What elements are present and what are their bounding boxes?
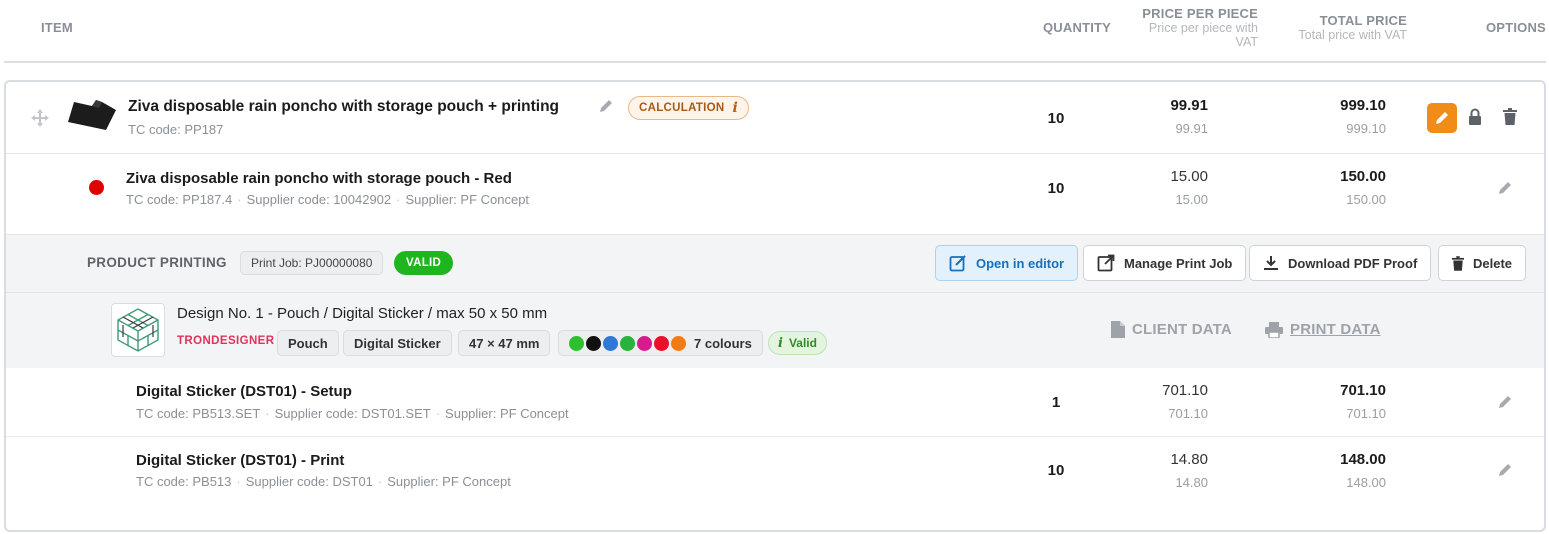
edit-variant-pencil-icon[interactable]: [1497, 180, 1513, 201]
product-name[interactable]: Ziva disposable rain poncho with storage…: [128, 98, 559, 116]
manage-print-job-button[interactable]: Manage Print Job: [1083, 245, 1247, 281]
service-setup-name[interactable]: Digital Sticker (DST01) - Setup: [136, 383, 352, 400]
edit-external-icon: [949, 255, 966, 272]
colour-swatch: [603, 335, 618, 351]
col-header-options: OPTIONS: [1486, 20, 1546, 35]
product-quantity: 10: [1047, 110, 1065, 127]
row-divider: [6, 436, 1544, 437]
service-print-quantity: 10: [1047, 462, 1065, 479]
variant-meta: TC code: PP187.4 · Supplier code: 10042902…: [126, 192, 530, 207]
info-icon[interactable]: i: [733, 100, 739, 116]
document-icon: [1111, 321, 1125, 338]
edit-product-button[interactable]: [1427, 103, 1457, 133]
lock-icon: [1469, 108, 1481, 125]
service-print-total-vat: 148.00: [1346, 475, 1386, 490]
delete-product-button[interactable]: [1503, 108, 1517, 130]
service-setup-total: 701.10: [1340, 382, 1386, 399]
external-link-icon: [1097, 254, 1115, 272]
trash-icon: [1503, 108, 1517, 125]
info-icon[interactable]: i: [778, 336, 783, 351]
variant-color-dot: [89, 180, 104, 195]
cube-logo-icon: [117, 308, 159, 352]
product-total-vat: 999.10: [1346, 121, 1386, 136]
product-price: 99.91: [1170, 97, 1208, 114]
colour-swatch: [637, 335, 652, 351]
delete-print-job-button[interactable]: Delete: [1438, 245, 1527, 281]
row-divider: [6, 153, 1544, 154]
edit-print-pencil-icon[interactable]: [1497, 462, 1513, 483]
product-thumbnail: [66, 96, 118, 139]
colour-swatch: [569, 335, 584, 351]
download-pdf-proof-button[interactable]: Download PDF Proof: [1249, 245, 1432, 281]
lock-button[interactable]: [1468, 108, 1482, 131]
col-header-quantity: QUANTITY: [1043, 20, 1112, 35]
colour-swatch: [586, 335, 601, 351]
service-print-price: 14.80: [1170, 451, 1208, 468]
design-chip-pouch: Pouch: [277, 330, 339, 356]
service-print-name[interactable]: Digital Sticker (DST01) - Print: [136, 452, 344, 469]
service-setup-meta: TC code: PB513.SET · Supplier code: DST01.…: [136, 406, 569, 421]
col-header-item: ITEM: [41, 20, 73, 35]
variant-name[interactable]: Ziva disposable rain poncho with storage…: [126, 170, 512, 187]
download-icon: [1264, 256, 1278, 270]
colour-swatch: [671, 335, 686, 351]
col-header-price-per-piece: PRICE PER PIECE Price per piece with VAT: [1142, 6, 1258, 49]
print-job-chip: Print Job: PJ00000080: [240, 251, 384, 275]
service-setup-price: 701.10: [1162, 382, 1208, 399]
open-in-editor-button[interactable]: Open in editor: [935, 245, 1079, 281]
printer-icon: [1265, 321, 1283, 338]
edit-setup-pencil-icon[interactable]: [1497, 394, 1513, 415]
variant-price-vat: 15.00: [1175, 192, 1208, 207]
design-chip-technique: Digital Sticker: [343, 330, 452, 356]
edit-name-pencil-icon[interactable]: [598, 98, 614, 119]
design-thumbnail[interactable]: [111, 303, 165, 357]
service-setup-total-vat: 701.10: [1346, 406, 1386, 421]
variant-total: 150.00: [1340, 168, 1386, 185]
order-item-card: Ziva disposable rain poncho with storage…: [4, 80, 1546, 532]
colour-swatch: [654, 335, 669, 351]
service-setup-price-vat: 701.10: [1168, 406, 1208, 421]
service-print-total: 148.00: [1340, 451, 1386, 468]
product-printing-section: PRODUCT PRINTING Print Job: PJ00000080 V…: [6, 234, 1544, 368]
colour-swatch: [620, 335, 635, 351]
drag-handle-icon[interactable]: [31, 109, 49, 132]
colour-swatches: [569, 335, 688, 351]
design-colours-chip: 7 colours: [558, 330, 763, 356]
product-printing-label: PRODUCT PRINTING: [87, 255, 227, 270]
variant-quantity: 10: [1047, 180, 1065, 197]
product-price-vat: 99.91: [1175, 121, 1208, 136]
product-total: 999.10: [1340, 97, 1386, 114]
col-header-total-price: TOTAL PRICE Total price with VAT: [1298, 13, 1407, 42]
design-chip-size: 47 × 47 mm: [458, 330, 551, 356]
design-brand: TRONDESIGNER: [177, 335, 275, 347]
design-valid-badge: i Valid: [768, 331, 827, 355]
printing-divider: [6, 292, 1544, 293]
calculation-badge[interactable]: CALCULATION i: [628, 96, 750, 120]
print-job-status-badge: VALID: [394, 251, 454, 275]
design-title[interactable]: Design No. 1 - Pouch / Digital Sticker /…: [177, 305, 547, 322]
print-data-link[interactable]: PRINT DATA: [1265, 321, 1381, 338]
variant-price: 15.00: [1170, 168, 1208, 185]
variant-total-vat: 150.00: [1346, 192, 1386, 207]
header-divider: [4, 61, 1546, 63]
client-data-link[interactable]: CLIENT DATA: [1111, 321, 1232, 338]
product-tc-code: TC code: PP187: [128, 122, 224, 137]
service-print-price-vat: 14.80: [1175, 475, 1208, 490]
service-setup-quantity: 1: [1051, 394, 1061, 411]
trash-icon: [1452, 255, 1464, 271]
pencil-icon: [1436, 112, 1448, 124]
service-print-meta: TC code: PB513 · Supplier code: DST01 · Supp…: [136, 474, 511, 489]
